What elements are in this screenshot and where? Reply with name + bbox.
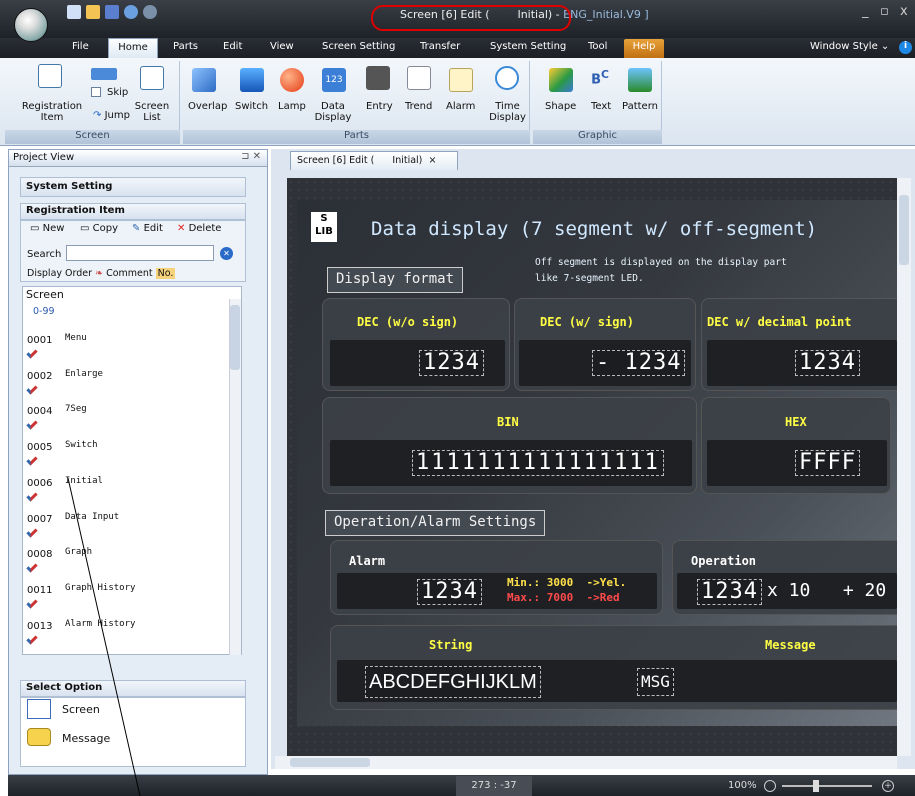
app-menu-button[interactable] <box>14 8 48 42</box>
annotation-line <box>67 477 141 796</box>
